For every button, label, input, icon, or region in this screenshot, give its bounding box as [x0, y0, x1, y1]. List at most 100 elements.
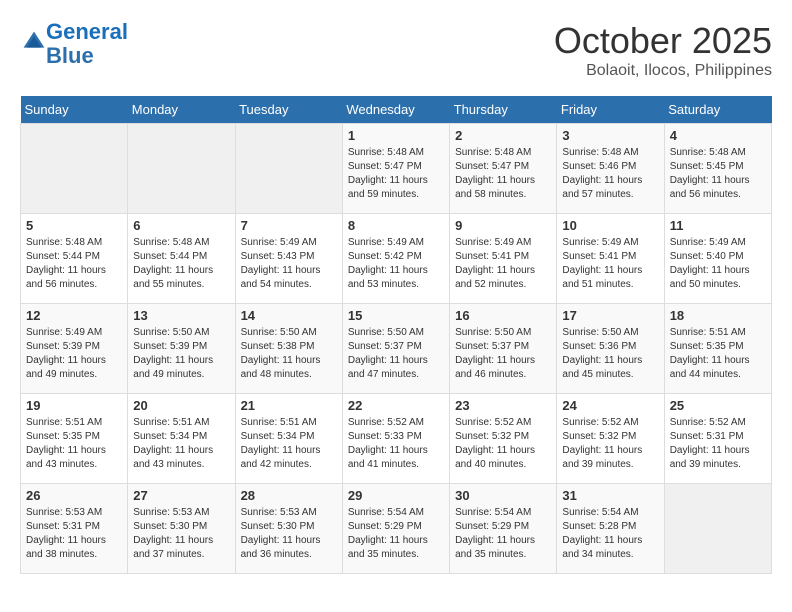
day-info: Sunrise: 5:48 AMSunset: 5:44 PMDaylight:… — [133, 236, 229, 292]
day-number: 6 — [133, 218, 229, 233]
calendar-week-1: 5 Sunrise: 5:48 AMSunset: 5:44 PMDaylight… — [21, 214, 772, 304]
day-info: Sunrise: 5:48 AMSunset: 5:45 PMDaylight:… — [670, 146, 766, 202]
calendar-cell: 17Sunrise: 5:50 AMSunset: 5:36 PMDayligh… — [557, 304, 664, 394]
calendar-cell: 8 Sunrise: 5:49 AMSunset: 5:42 PMDaylight… — [342, 214, 449, 304]
day-number: 25 — [670, 398, 766, 413]
day-number: 22 — [348, 398, 444, 413]
day-number: 27 — [133, 488, 229, 503]
calendar-cell: 10 Sunrise: 5:49 AMSunset: 5:41 PMDayligh… — [557, 214, 664, 304]
calendar-cell: 7Sunrise: 5:49 AMSunset: 5:43 PMDaylight… — [235, 214, 342, 304]
weekday-header-friday: Friday — [557, 96, 664, 124]
calendar-cell: 30Sunrise: 5:54 AMSunset: 5:29 PMDayligh… — [450, 484, 557, 574]
calendar-cell — [128, 124, 235, 214]
calendar-cell: 20Sunrise: 5:51 AMSunset: 5:34 PMDayligh… — [128, 394, 235, 484]
calendar-cell: 24 Sunrise: 5:52 AMSunset: 5:32 PMDayligh… — [557, 394, 664, 484]
page-header: GeneralBlue October 2025 Bolaoit, Ilocos… — [20, 20, 772, 80]
day-number: 24 — [562, 398, 658, 413]
day-number: 26 — [26, 488, 122, 503]
weekday-header-thursday: Thursday — [450, 96, 557, 124]
day-number: 13 — [133, 308, 229, 323]
day-info: Sunrise: 5:51 AMSunset: 5:34 PMDaylight:… — [241, 416, 337, 472]
day-info: Sunrise: 5:49 AMSunset: 5:40 PMDaylight:… — [670, 236, 766, 292]
calendar-cell — [235, 124, 342, 214]
month-title: October 2025 — [554, 20, 772, 62]
calendar-week-2: 12Sunrise: 5:49 AMSunset: 5:39 PMDayligh… — [21, 304, 772, 394]
title-block: October 2025 Bolaoit, Ilocos, Philippine… — [554, 20, 772, 80]
day-info: Sunrise: 5:53 AMSunset: 5:31 PMDaylight:… — [26, 506, 122, 562]
calendar-cell: 9 Sunrise: 5:49 AMSunset: 5:41 PMDaylight… — [450, 214, 557, 304]
calendar-cell: 4 Sunrise: 5:48 AMSunset: 5:45 PMDaylight… — [664, 124, 771, 214]
logo: GeneralBlue — [20, 20, 128, 68]
calendar-cell: 29 Sunrise: 5:54 AMSunset: 5:29 PMDayligh… — [342, 484, 449, 574]
day-info: Sunrise: 5:49 AMSunset: 5:41 PMDaylight:… — [455, 236, 551, 292]
day-info: Sunrise: 5:54 AMSunset: 5:28 PMDaylight:… — [562, 506, 658, 562]
calendar-cell: 27 Sunrise: 5:53 AMSunset: 5:30 PMDayligh… — [128, 484, 235, 574]
calendar-cell: 11Sunrise: 5:49 AMSunset: 5:40 PMDayligh… — [664, 214, 771, 304]
calendar-cell: 23Sunrise: 5:52 AMSunset: 5:32 PMDayligh… — [450, 394, 557, 484]
day-number: 5 — [26, 218, 122, 233]
day-number: 4 — [670, 128, 766, 143]
day-number: 28 — [241, 488, 337, 503]
day-info: Sunrise: 5:54 AMSunset: 5:29 PMDaylight:… — [348, 506, 444, 562]
calendar-cell — [664, 484, 771, 574]
day-info: Sunrise: 5:50 AMSunset: 5:37 PMDaylight:… — [455, 326, 551, 382]
day-info: Sunrise: 5:50 AMSunset: 5:36 PMDaylight:… — [562, 326, 658, 382]
calendar-cell: 21 Sunrise: 5:51 AMSunset: 5:34 PMDayligh… — [235, 394, 342, 484]
day-number: 29 — [348, 488, 444, 503]
day-info: Sunrise: 5:50 AMSunset: 5:39 PMDaylight:… — [133, 326, 229, 382]
day-info: Sunrise: 5:49 AMSunset: 5:43 PMDaylight:… — [241, 236, 337, 292]
weekday-header-saturday: Saturday — [664, 96, 771, 124]
day-number: 19 — [26, 398, 122, 413]
logo-icon — [22, 30, 46, 54]
day-number: 9 — [455, 218, 551, 233]
calendar-cell: 25 Sunrise: 5:52 AMSunset: 5:31 PMDayligh… — [664, 394, 771, 484]
calendar-cell: 2 Sunrise: 5:48 AMSunset: 5:47 PMDaylight… — [450, 124, 557, 214]
calendar-cell: 6 Sunrise: 5:48 AMSunset: 5:44 PMDaylight… — [128, 214, 235, 304]
day-info: Sunrise: 5:53 AMSunset: 5:30 PMDaylight:… — [241, 506, 337, 562]
day-number: 15 — [348, 308, 444, 323]
day-info: Sunrise: 5:52 AMSunset: 5:31 PMDaylight:… — [670, 416, 766, 472]
calendar-cell: 3 Sunrise: 5:48 AMSunset: 5:46 PMDaylight… — [557, 124, 664, 214]
calendar-week-4: 26 Sunrise: 5:53 AMSunset: 5:31 PMDayligh… — [21, 484, 772, 574]
day-info: Sunrise: 5:54 AMSunset: 5:29 PMDaylight:… — [455, 506, 551, 562]
day-info: Sunrise: 5:53 AMSunset: 5:30 PMDaylight:… — [133, 506, 229, 562]
day-info: Sunrise: 5:49 AMSunset: 5:42 PMDaylight:… — [348, 236, 444, 292]
calendar-table: SundayMondayTuesdayWednesdayThursdayFrid… — [20, 96, 772, 574]
calendar-cell: 15 Sunrise: 5:50 AMSunset: 5:37 PMDayligh… — [342, 304, 449, 394]
calendar-cell: 13 Sunrise: 5:50 AMSunset: 5:39 PMDayligh… — [128, 304, 235, 394]
day-info: Sunrise: 5:48 AMSunset: 5:47 PMDaylight:… — [455, 146, 551, 202]
day-info: Sunrise: 5:50 AMSunset: 5:37 PMDaylight:… — [348, 326, 444, 382]
weekday-header-sunday: Sunday — [21, 96, 128, 124]
weekday-header-monday: Monday — [128, 96, 235, 124]
calendar-week-3: 19Sunrise: 5:51 AMSunset: 5:35 PMDayligh… — [21, 394, 772, 484]
calendar-cell: 28 Sunrise: 5:53 AMSunset: 5:30 PMDayligh… — [235, 484, 342, 574]
day-number: 21 — [241, 398, 337, 413]
logo-text: GeneralBlue — [46, 20, 128, 68]
day-info: Sunrise: 5:52 AMSunset: 5:32 PMDaylight:… — [562, 416, 658, 472]
day-number: 8 — [348, 218, 444, 233]
calendar-cell: 19Sunrise: 5:51 AMSunset: 5:35 PMDayligh… — [21, 394, 128, 484]
day-number: 31 — [562, 488, 658, 503]
day-number: 10 — [562, 218, 658, 233]
day-info: Sunrise: 5:49 AMSunset: 5:41 PMDaylight:… — [562, 236, 658, 292]
calendar-cell: 5Sunrise: 5:48 AMSunset: 5:44 PMDaylight… — [21, 214, 128, 304]
day-number: 2 — [455, 128, 551, 143]
day-number: 18 — [670, 308, 766, 323]
day-number: 3 — [562, 128, 658, 143]
weekday-header-wednesday: Wednesday — [342, 96, 449, 124]
day-info: Sunrise: 5:48 AMSunset: 5:47 PMDaylight:… — [348, 146, 444, 202]
calendar-cell: 16Sunrise: 5:50 AMSunset: 5:37 PMDayligh… — [450, 304, 557, 394]
calendar-cell: 26 Sunrise: 5:53 AMSunset: 5:31 PMDayligh… — [21, 484, 128, 574]
day-number: 20 — [133, 398, 229, 413]
day-info: Sunrise: 5:48 AMSunset: 5:46 PMDaylight:… — [562, 146, 658, 202]
calendar-cell — [21, 124, 128, 214]
day-number: 12 — [26, 308, 122, 323]
calendar-cell: 14 Sunrise: 5:50 AMSunset: 5:38 PMDayligh… — [235, 304, 342, 394]
day-info: Sunrise: 5:50 AMSunset: 5:38 PMDaylight:… — [241, 326, 337, 382]
day-number: 1 — [348, 128, 444, 143]
day-number: 14 — [241, 308, 337, 323]
location-title: Bolaoit, Ilocos, Philippines — [554, 62, 772, 80]
weekday-header-tuesday: Tuesday — [235, 96, 342, 124]
calendar-cell: 1 Sunrise: 5:48 AMSunset: 5:47 PMDaylight… — [342, 124, 449, 214]
day-info: Sunrise: 5:51 AMSunset: 5:35 PMDaylight:… — [670, 326, 766, 382]
